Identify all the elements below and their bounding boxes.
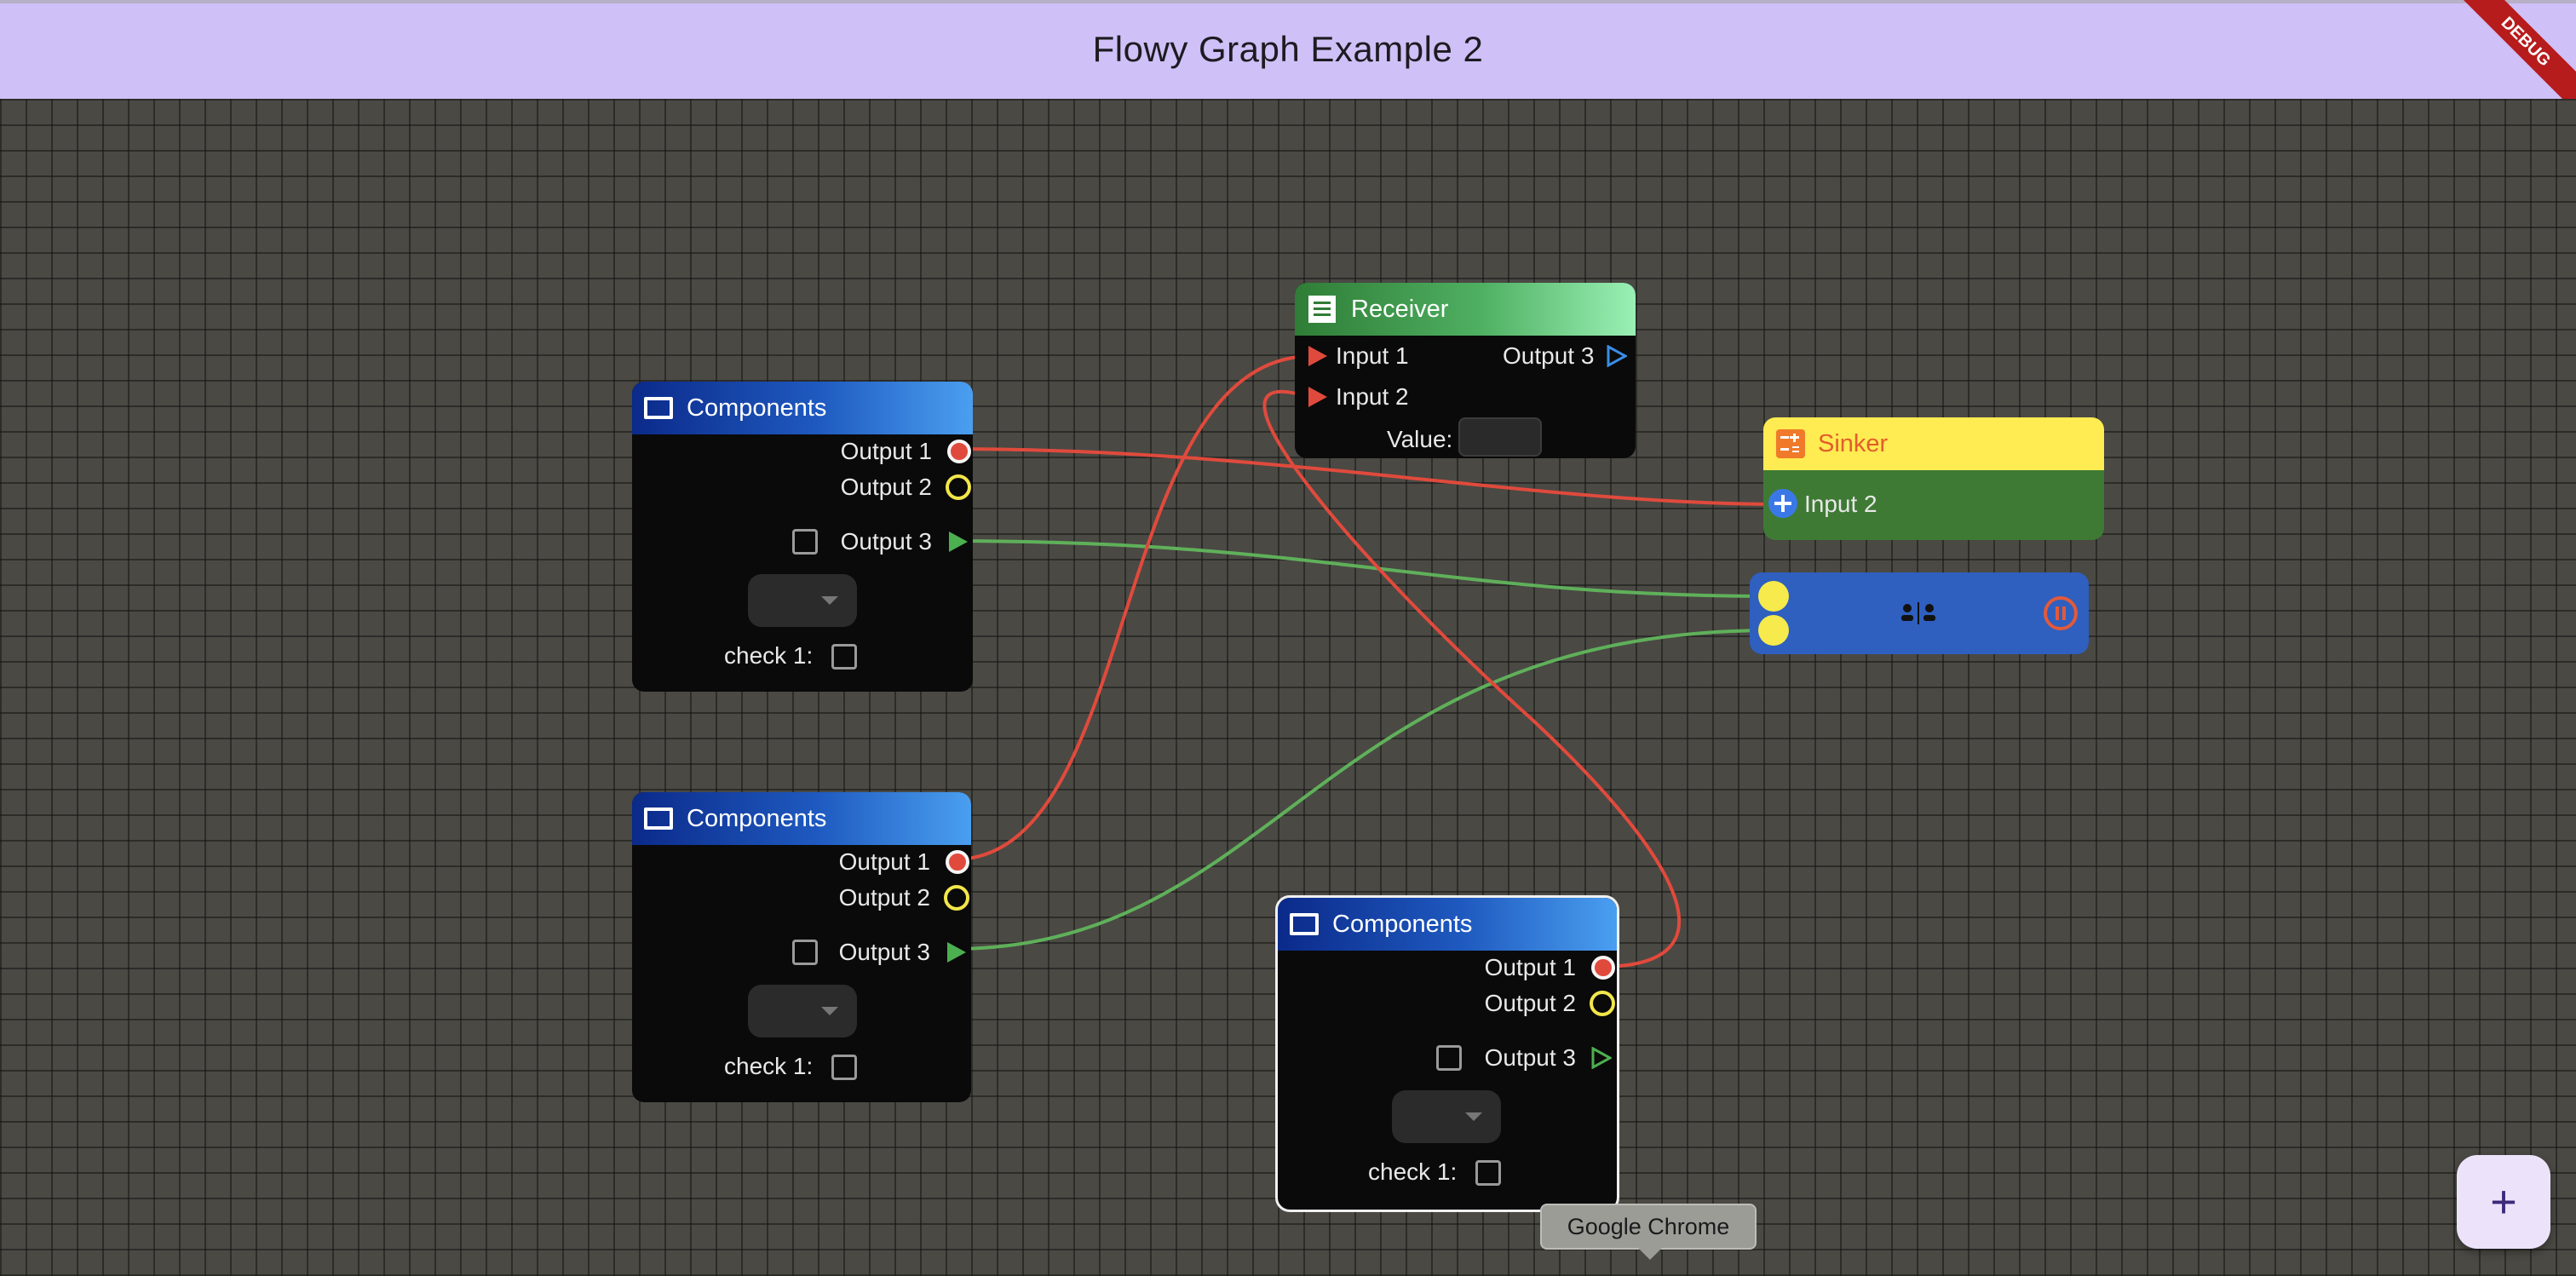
- type-dropdown[interactable]: [748, 574, 857, 627]
- node-title: Components: [687, 804, 827, 832]
- chevron-down-icon: [1465, 1112, 1482, 1121]
- output-2-port[interactable]: [944, 885, 969, 911]
- components-node-header[interactable]: Components: [1278, 898, 1617, 951]
- tooltip-tail: [1638, 1248, 1662, 1260]
- check-1-label: check 1:: [724, 1053, 814, 1079]
- edge-c3-out1-to-receiver-in2[interactable]: [1262, 389, 1682, 968]
- receiver-node[interactable]: Receiver Input 1 Output 3 Input 2 Value:: [1295, 283, 1636, 458]
- check-1-label: check 1:: [1368, 1158, 1458, 1185]
- input-port-2[interactable]: [1758, 615, 1789, 646]
- window-icon: [644, 397, 673, 419]
- control-node[interactable]: [1750, 572, 2089, 654]
- add-circle-icon[interactable]: [1767, 487, 1799, 520]
- input-2-label: Input 2: [1804, 491, 1877, 517]
- output-3-port[interactable]: [949, 532, 968, 552]
- type-dropdown[interactable]: [748, 985, 857, 1037]
- output-3-port[interactable]: [1591, 1047, 1612, 1069]
- output-3-label: Output 3: [838, 939, 930, 965]
- components-node-2[interactable]: Components Output 1 Output 2 Output 3 ch…: [632, 792, 971, 1102]
- input-port-1[interactable]: [1758, 581, 1789, 612]
- chevron-down-icon: [821, 1007, 838, 1015]
- window-icon: [644, 808, 673, 830]
- input-2-label: Input 2: [1336, 383, 1409, 410]
- check-1-checkbox[interactable]: [1475, 1160, 1501, 1186]
- app-title: Flowy Graph Example 2: [1092, 29, 1484, 69]
- sinker-node[interactable]: Sinker Input 2: [1763, 417, 2104, 540]
- output-3-port[interactable]: [947, 942, 966, 963]
- plus-icon: +: [2490, 1176, 2517, 1227]
- check-1-checkbox[interactable]: [831, 1055, 857, 1080]
- add-node-button[interactable]: +: [2457, 1155, 2550, 1249]
- value-label: Value:: [1387, 426, 1453, 452]
- output-1-port[interactable]: [946, 850, 969, 874]
- input-1-label: Input 1: [1336, 342, 1409, 369]
- check-1-checkbox[interactable]: [831, 644, 857, 670]
- split-users-icon[interactable]: [1898, 601, 1939, 626]
- output-1-label: Output 1: [1484, 954, 1576, 980]
- value-input[interactable]: [1458, 417, 1542, 457]
- output-1-port[interactable]: [1591, 956, 1615, 980]
- receipt-icon: [1308, 296, 1336, 323]
- components-node-header[interactable]: Components: [632, 792, 971, 845]
- node-title: Receiver: [1351, 295, 1449, 323]
- output-2-label: Output 2: [840, 474, 932, 500]
- output-2-port[interactable]: [1590, 991, 1615, 1016]
- graph-canvas[interactable]: Components Output 1 Output 2 Output 3 ch…: [0, 99, 2576, 1276]
- output-2-label: Output 2: [1484, 990, 1576, 1016]
- output-3-label: Output 3: [840, 528, 932, 555]
- sinker-node-header[interactable]: Sinker: [1763, 417, 2104, 470]
- check-1-label: check 1:: [724, 642, 814, 669]
- output-3-label: Output 3: [1484, 1044, 1576, 1071]
- node-title: Sinker: [1818, 429, 1889, 457]
- window-icon: [1290, 913, 1319, 935]
- receiver-node-header[interactable]: Receiver: [1295, 283, 1636, 336]
- pause-circle-icon[interactable]: [2043, 595, 2079, 631]
- output-3-label: Output 3: [1503, 342, 1595, 369]
- output-1-label: Output 1: [838, 848, 930, 875]
- output-2-port[interactable]: [946, 474, 971, 500]
- tooltip: Google Chrome: [1540, 1204, 1757, 1250]
- components-node-1[interactable]: Components Output 1 Output 2 Output 3 ch…: [632, 382, 973, 692]
- output-2-label: Output 2: [838, 884, 930, 911]
- output-1-label: Output 1: [840, 438, 932, 464]
- node-title: Components: [1332, 910, 1473, 938]
- output-1-port[interactable]: [947, 440, 971, 463]
- input-2-port[interactable]: [1308, 387, 1327, 407]
- calculator-icon: [1776, 429, 1805, 458]
- components-node-header[interactable]: Components: [632, 382, 973, 434]
- type-dropdown[interactable]: [1392, 1090, 1501, 1143]
- input-1-port[interactable]: [1308, 346, 1327, 366]
- output-3-port[interactable]: [1607, 345, 1627, 367]
- chevron-down-icon: [821, 596, 838, 605]
- edge-c2-out1-to-receiver-in1[interactable]: [953, 354, 1309, 861]
- components-node-3[interactable]: Components Output 1 Output 2 Output 3 ch…: [1275, 895, 1619, 1212]
- app-bar: Flowy Graph Example 2 DEBUG: [0, 0, 2576, 122]
- node-title: Components: [687, 394, 827, 422]
